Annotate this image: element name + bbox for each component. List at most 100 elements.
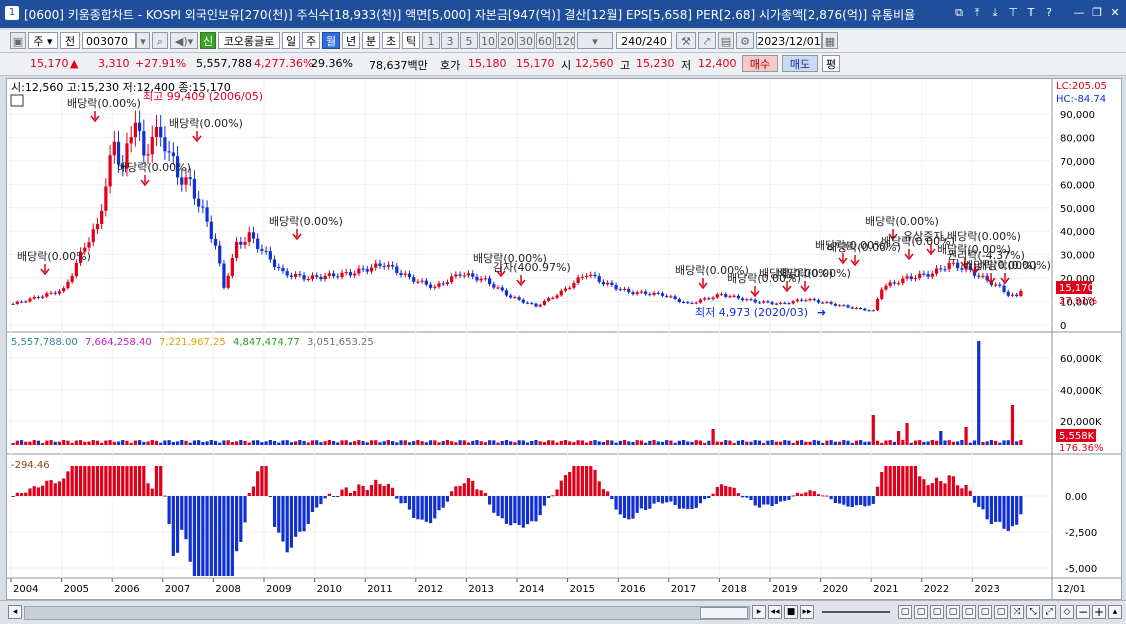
tool-icon-1[interactable]: ▢ [898,605,912,619]
price-candle [36,296,41,298]
volume-bar [547,440,551,445]
stock-name: 코오롱글로 [218,32,280,49]
volume-bar [454,442,458,445]
calendar-icon[interactable]: ▦ [822,32,838,49]
price-candle [812,299,816,301]
zoom-out-icon[interactable]: − [1076,605,1090,619]
oscillator-bar [70,466,74,496]
oscillator-bar [150,488,154,496]
interval-20[interactable]: 20 [498,32,516,49]
period-second[interactable]: 초 [382,32,400,49]
link-icon[interactable]: ⧉ [952,6,966,20]
sell-button[interactable]: 매도 [782,55,818,72]
tack-icon[interactable]: ⊤ [1006,6,1020,20]
settings-icon[interactable]: ⚙ [736,32,754,49]
price-candle [538,304,542,307]
tool-icon-7[interactable]: ▢ [994,605,1008,619]
prev-button[interactable]: 전 [60,32,80,49]
oscillator-bar [53,483,57,496]
oscillator-bar [74,466,78,496]
custom-interval-select[interactable]: ▾ [577,32,613,49]
period-month[interactable]: 월 [322,32,340,49]
volume-bar [108,440,112,445]
oscillator-bar [922,479,926,496]
restore-icon[interactable]: ❐ [1090,6,1104,20]
tool-icon-5[interactable]: ▢ [962,605,976,619]
tool-icon-2[interactable]: ▢ [914,605,928,619]
date-input[interactable]: 2023/12/01 [756,32,822,49]
tool-icon-11[interactable]: ◇ [1060,605,1074,619]
price-candle [433,286,437,288]
period-tick[interactable]: 틱 [402,32,420,49]
scroll-left-icon[interactable]: ◂ [8,605,22,619]
price-candle [711,297,715,300]
code-input[interactable]: 003070 [82,32,136,49]
help-icon[interactable]: ? [1042,6,1056,20]
chart-svg[interactable]: 배당락(0.00%) 배당락(0.00%) 배당락(0.00%) 배당락(0.00%)… [7,79,1121,599]
period-day[interactable]: 일 [282,32,300,49]
interval-60[interactable]: 60 [536,32,554,49]
close-icon[interactable]: ✕ [1108,6,1122,20]
interval-30[interactable]: 30 [517,32,535,49]
last-volume-percent: 176.36% [1059,443,1104,454]
search-icon[interactable]: ⌕ [152,32,168,49]
tool-icon-8[interactable]: ⤨ [1010,605,1024,619]
type-select[interactable]: 주 ▾ [28,32,58,49]
chart-area[interactable]: 배당락(0.00%) 배당락(0.00%) 배당락(0.00%) 배당락(0.00%)… [6,78,1122,600]
rewind-icon[interactable]: ◂◂ [768,605,782,619]
pin-icon[interactable]: ⤒ [970,6,984,20]
expand-icon[interactable]: ▴ [1108,605,1122,619]
oscillator-bar [614,496,618,510]
oscillator-bar [766,496,770,505]
oscillator-bar [740,496,745,498]
draw-tool-icon[interactable]: ⤤ [698,32,716,49]
oscillator-bar [142,466,146,496]
tool-icon-4[interactable]: ▢ [946,605,960,619]
eval-button[interactable]: 평 [822,55,840,72]
oscillator-bar [610,496,614,500]
tool-icon-9[interactable]: ⤡ [1026,605,1040,619]
interval-1[interactable]: 1 [422,32,440,49]
tool-icon-3[interactable]: ▢ [930,605,944,619]
volume-bar [538,441,542,445]
interval-120[interactable]: 120 [555,32,575,49]
zoom-slider[interactable] [822,611,890,613]
oscillator-bar [454,486,458,496]
period-minute[interactable]: 분 [362,32,380,49]
zoom-in-icon[interactable]: + [1092,605,1106,619]
price-candle [222,263,226,288]
volume-bar [572,442,576,445]
tool-icon-10[interactable]: ⤢ [1042,605,1056,619]
buy-button[interactable]: 매수 [742,55,778,72]
scrollbar-thumb[interactable] [700,607,748,619]
candle-type-icon[interactable]: ⚒ [676,32,696,49]
scrollbar-track[interactable] [24,606,750,620]
period-week[interactable]: 주 [302,32,320,49]
stop-icon[interactable]: ■ [784,605,798,619]
oscillator-bar [450,491,454,496]
download-icon[interactable]: ⤓ [988,6,1002,20]
volume-bar [306,442,310,445]
interval-3[interactable]: 3 [441,32,459,49]
tool-icon-6[interactable]: ▢ [978,605,992,619]
price-candle [197,198,201,207]
text-icon[interactable]: T [1024,6,1038,20]
forward-icon[interactable]: ▸▸ [800,605,814,619]
oscillator-bar [260,466,264,496]
code-dropdown-icon[interactable]: ▾ [136,32,150,49]
price-candle [837,305,842,307]
scroll-right-icon[interactable]: ▸ [752,605,766,619]
volume-bar [517,440,521,445]
interval-5[interactable]: 5 [460,32,478,49]
minimize-icon[interactable]: — [1072,6,1086,20]
save-icon[interactable]: ▤ [718,32,734,49]
layout-icon[interactable]: ▣ [10,32,26,49]
sound-icon[interactable]: ◀)▾ [170,32,198,49]
volume-bar [357,440,361,445]
count-input[interactable]: 240/240 [616,32,672,49]
price-candle [272,259,277,268]
volume-bar [70,442,74,445]
period-year[interactable]: 년 [342,32,360,49]
volume-legend-3: 7,221,967.25 [159,337,226,348]
interval-10[interactable]: 10 [479,32,497,49]
